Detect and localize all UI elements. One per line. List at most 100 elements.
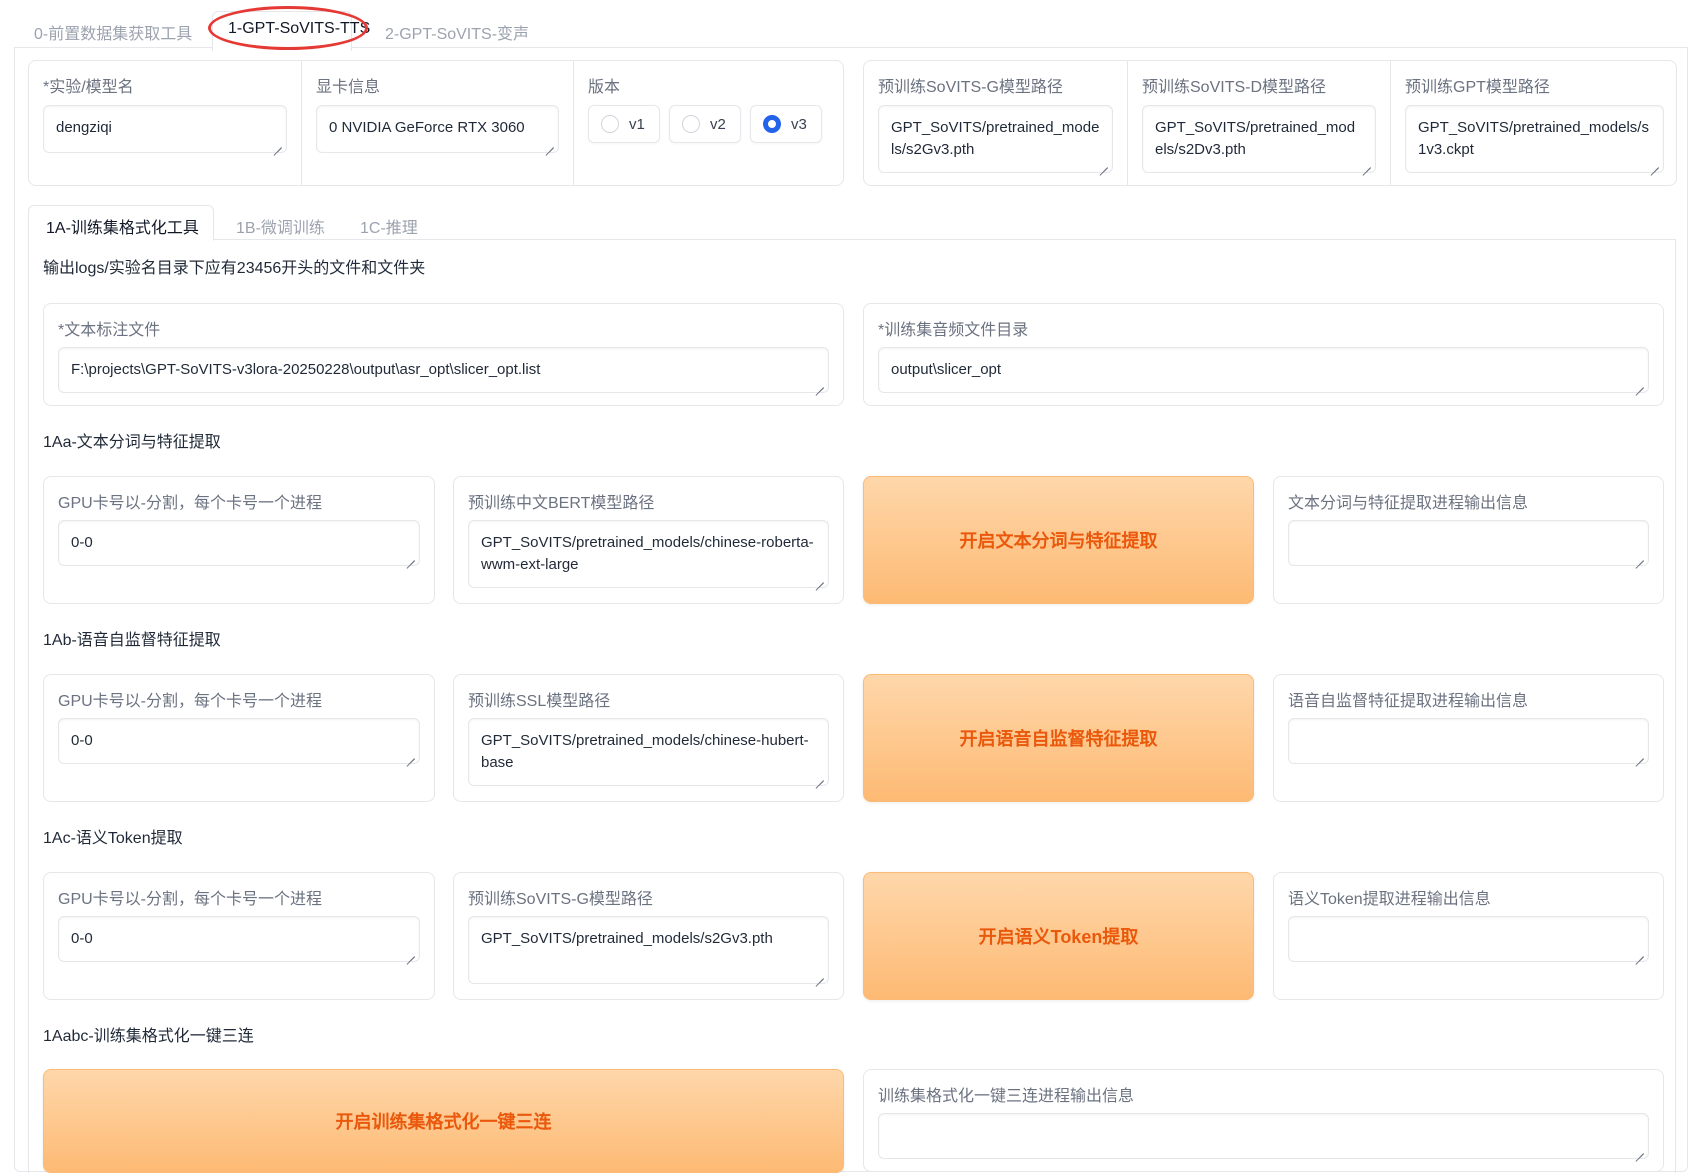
ssl-features-output-label: 语音自监督特征提取进程输出信息 bbox=[1288, 693, 1529, 710]
version-v3-label: v3 bbox=[791, 115, 807, 133]
subtab-dataset-format[interactable]: 1A-训练集格式化工具 bbox=[46, 214, 199, 238]
resize-handle-icon[interactable] bbox=[1100, 160, 1108, 168]
sovits-g-block: 预训练SoVITS-G模型路径 GPT_SoVITS/pretrained_mo… bbox=[864, 61, 1127, 185]
start-text-features-button[interactable]: 开启文本分词与特征提取 bbox=[863, 476, 1254, 604]
subtab-finetune[interactable]: 1B-微调训练 bbox=[236, 214, 325, 238]
radio-unchecked-icon bbox=[601, 115, 619, 133]
sovits-g-path-input[interactable]: GPT_SoVITS/pretrained_models/s2Gv3.pth bbox=[468, 916, 829, 984]
bert-path-value: GPT_SoVITS/pretrained_models/chinese-rob… bbox=[481, 534, 814, 573]
semantic-token-output-label: 语义Token提取进程输出信息 bbox=[1288, 891, 1491, 908]
audio-dir-value: output\slicer_opt bbox=[891, 361, 1002, 378]
gpu-ids-label: GPU卡号以-分割，每个卡号一个进程 bbox=[58, 495, 323, 512]
text-label-file-card: *文本标注文件 F:\projects\GPT-SoVITS-v3lora-20… bbox=[43, 303, 844, 406]
start-semantic-token-button[interactable]: 开启语义Token提取 bbox=[863, 872, 1254, 1000]
gpu-info-input[interactable]: 0 NVIDIA GeForce RTX 3060 bbox=[316, 105, 559, 153]
ssl-path-input[interactable]: GPT_SoVITS/pretrained_models/chinese-hub… bbox=[468, 718, 829, 786]
version-v1-label: v1 bbox=[629, 115, 645, 133]
sovits-d-value: GPT_SoVITS/pretrained_models/s2Dv3.pth bbox=[1155, 119, 1356, 158]
one-click-output-box[interactable] bbox=[878, 1113, 1649, 1159]
radio-unchecked-icon bbox=[682, 115, 700, 133]
sovits-g-path-value: GPT_SoVITS/pretrained_models/s2Gv3.pth bbox=[481, 930, 773, 947]
resize-handle-icon[interactable] bbox=[816, 380, 824, 388]
gpu-info-label: 显卡信息 bbox=[316, 79, 381, 96]
version-label: 版本 bbox=[588, 79, 621, 96]
resize-handle-icon[interactable] bbox=[407, 553, 415, 561]
semantic-token-output-card: 语义Token提取进程输出信息 bbox=[1273, 872, 1664, 1000]
sovits-d-block: 预训练SoVITS-D模型路径 GPT_SoVITS/pretrained_mo… bbox=[1127, 61, 1390, 185]
exp-name-block: *实验/模型名 dengziqi bbox=[29, 61, 301, 185]
gpu-ids-card-b: GPU卡号以-分割，每个卡号一个进程 0-0 bbox=[43, 674, 435, 802]
resize-handle-icon[interactable] bbox=[407, 949, 415, 957]
ssl-path-card: 预训练SSL模型路径 GPT_SoVITS/pretrained_models/… bbox=[453, 674, 844, 802]
audio-dir-label: *训练集音频文件目录 bbox=[878, 322, 1029, 339]
version-v2-label: v2 bbox=[710, 115, 726, 133]
ssl-path-value: GPT_SoVITS/pretrained_models/chinese-hub… bbox=[481, 732, 809, 771]
sovits-g-input[interactable]: GPT_SoVITS/pretrained_models/s2Gv3.pth bbox=[878, 105, 1113, 173]
sovits-d-input[interactable]: GPT_SoVITS/pretrained_models/s2Dv3.pth bbox=[1142, 105, 1376, 173]
resize-handle-icon[interactable] bbox=[1363, 160, 1371, 168]
gpt-value: GPT_SoVITS/pretrained_models/s1v3.ckpt bbox=[1418, 119, 1649, 158]
radio-checked-icon bbox=[763, 115, 781, 133]
audio-dir-input[interactable]: output\slicer_opt bbox=[878, 347, 1649, 393]
pretrained-models-group: 预训练SoVITS-G模型路径 GPT_SoVITS/pretrained_mo… bbox=[863, 60, 1677, 186]
gpu-ids-input-c[interactable]: 0-0 bbox=[58, 916, 420, 962]
semantic-token-output-box[interactable] bbox=[1288, 916, 1649, 962]
resize-handle-icon[interactable] bbox=[1636, 380, 1644, 388]
resize-handle-icon[interactable] bbox=[1651, 160, 1659, 168]
resize-handle-icon[interactable] bbox=[1636, 1146, 1644, 1154]
gpu-ids-input-b[interactable]: 0-0 bbox=[58, 718, 420, 764]
audio-dir-card: *训练集音频文件目录 output\slicer_opt bbox=[863, 303, 1664, 406]
tab-dataset-tools[interactable]: 0-前置数据集获取工具 bbox=[34, 20, 192, 44]
resize-handle-icon[interactable] bbox=[1636, 553, 1644, 561]
text-features-output-box[interactable] bbox=[1288, 520, 1649, 566]
resize-handle-icon[interactable] bbox=[546, 140, 554, 148]
tab-voice-conversion[interactable]: 2-GPT-SoVITS-变声 bbox=[385, 20, 529, 44]
start-one-click-format-button[interactable]: 开启训练集格式化一键三连 bbox=[43, 1069, 844, 1173]
gpu-ids-value: 0-0 bbox=[71, 732, 93, 749]
exp-name-input[interactable]: dengziqi bbox=[43, 105, 287, 153]
gpu-ids-card-a: GPU卡号以-分割，每个卡号一个进程 0-0 bbox=[43, 476, 435, 604]
version-radio-v3[interactable]: v3 bbox=[750, 105, 822, 143]
version-block: 版本 v1 v2 v3 bbox=[573, 61, 845, 185]
sovits-d-label: 预训练SoVITS-D模型路径 bbox=[1142, 79, 1327, 96]
gpu-ids-label: GPU卡号以-分割，每个卡号一个进程 bbox=[58, 891, 323, 908]
bert-path-card: 预训练中文BERT模型路径 GPT_SoVITS/pretrained_mode… bbox=[453, 476, 844, 604]
output-info-note: 输出logs/实验名目录下应有23456开头的文件和文件夹 bbox=[43, 260, 426, 277]
gpu-info-value: 0 NVIDIA GeForce RTX 3060 bbox=[329, 119, 525, 136]
gpt-input[interactable]: GPT_SoVITS/pretrained_models/s1v3.ckpt bbox=[1405, 105, 1664, 173]
one-click-output-card: 训练集格式化一键三连进程输出信息 bbox=[863, 1069, 1664, 1172]
start-ssl-features-button[interactable]: 开启语音自监督特征提取 bbox=[863, 674, 1254, 802]
section-one-click-title: 1Aabc-训练集格式化一键三连 bbox=[43, 1028, 254, 1045]
version-radio-v2[interactable]: v2 bbox=[669, 105, 741, 143]
bert-path-label: 预训练中文BERT模型路径 bbox=[468, 495, 655, 512]
gpu-ids-input-a[interactable]: 0-0 bbox=[58, 520, 420, 566]
gpu-ids-value: 0-0 bbox=[71, 930, 93, 947]
ssl-path-label: 预训练SSL模型路径 bbox=[468, 693, 611, 710]
one-click-output-label: 训练集格式化一键三连进程输出信息 bbox=[878, 1088, 1135, 1105]
resize-handle-icon[interactable] bbox=[816, 971, 824, 979]
ssl-features-output-box[interactable] bbox=[1288, 718, 1649, 764]
tab-gpt-sovits-tts[interactable]: 1-GPT-SoVITS-TTS bbox=[228, 20, 370, 38]
sovits-g-path-card: 预训练SoVITS-G模型路径 GPT_SoVITS/pretrained_mo… bbox=[453, 872, 844, 1000]
text-label-file-value: F:\projects\GPT-SoVITS-v3lora-20250228\o… bbox=[71, 361, 541, 378]
bert-path-input[interactable]: GPT_SoVITS/pretrained_models/chinese-rob… bbox=[468, 520, 829, 588]
section-text-features-title: 1Aa-文本分词与特征提取 bbox=[43, 434, 221, 451]
exp-name-value: dengziqi bbox=[56, 119, 112, 136]
ssl-features-output-card: 语音自监督特征提取进程输出信息 bbox=[1273, 674, 1664, 802]
experiment-config-group: *实验/模型名 dengziqi 显卡信息 0 NVIDIA GeForce R… bbox=[28, 60, 844, 186]
subtab-inference[interactable]: 1C-推理 bbox=[360, 214, 418, 238]
resize-handle-icon[interactable] bbox=[816, 773, 824, 781]
text-label-file-input[interactable]: F:\projects\GPT-SoVITS-v3lora-20250228\o… bbox=[58, 347, 829, 393]
subtab-bar: 1A-训练集格式化工具 1B-微调训练 1C-推理 bbox=[28, 205, 1676, 241]
gpu-ids-value: 0-0 bbox=[71, 534, 93, 551]
text-features-output-card: 文本分词与特征提取进程输出信息 bbox=[1273, 476, 1664, 604]
sovits-g-label: 预训练SoVITS-G模型路径 bbox=[878, 79, 1063, 96]
version-radio-v1[interactable]: v1 bbox=[588, 105, 660, 143]
resize-handle-icon[interactable] bbox=[274, 140, 282, 148]
section-semantic-token-title: 1Ac-语义Token提取 bbox=[43, 830, 183, 847]
resize-handle-icon[interactable] bbox=[1636, 949, 1644, 957]
resize-handle-icon[interactable] bbox=[816, 575, 824, 583]
resize-handle-icon[interactable] bbox=[407, 751, 415, 759]
resize-handle-icon[interactable] bbox=[1636, 751, 1644, 759]
gpu-info-block: 显卡信息 0 NVIDIA GeForce RTX 3060 bbox=[301, 61, 573, 185]
